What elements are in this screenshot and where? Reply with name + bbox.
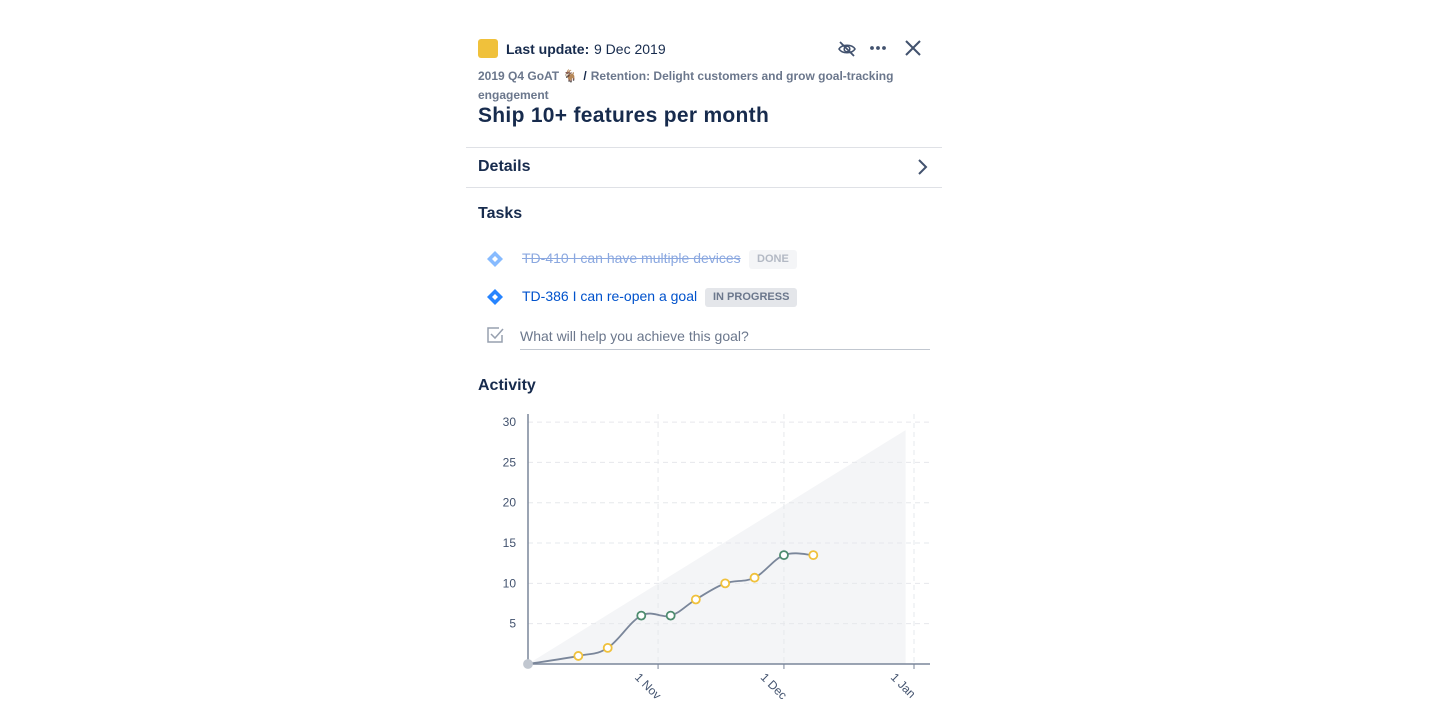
header: Last update: 9 Dec 2019 (478, 38, 930, 60)
status-badge: DONE (749, 250, 797, 269)
more-icon[interactable] (867, 38, 889, 60)
y-tick-label: 5 (509, 617, 516, 631)
data-point (636, 610, 647, 621)
new-task-row (486, 323, 930, 351)
data-point (690, 594, 701, 605)
data-point (602, 642, 613, 653)
activity-chart: 5 10 15 20 25 30 1 Nov 1 Dec 1 Jan (503, 414, 930, 702)
data-point (523, 659, 533, 669)
eye-slash-icon[interactable] (836, 38, 858, 60)
tasks-heading: Tasks (478, 205, 523, 222)
breadcrumb: 2019 Q4 GoAT 🐐 / Retention: Delight custom… (478, 67, 918, 105)
activity-heading: Activity (478, 377, 536, 394)
target-area (528, 430, 906, 664)
last-update-label: Last update: (506, 41, 590, 57)
page-title: Ship 10+ features per month (478, 104, 770, 127)
data-point (749, 572, 760, 583)
status-indicator (478, 39, 498, 58)
new-task-input[interactable] (520, 323, 930, 350)
story-diamond-icon (487, 251, 503, 267)
y-tick-label: 30 (503, 415, 517, 429)
breadcrumb-project-link[interactable]: 2019 Q4 GoAT 🐐 (478, 69, 577, 83)
checkbox-icon (487, 327, 504, 343)
story-diamond-icon (487, 289, 503, 305)
task-row: TD-386 I can re-open a goal IN PROGRESS (486, 285, 926, 307)
breadcrumb-separator: / (583, 69, 587, 83)
data-point (808, 550, 819, 561)
x-tick-label: 1 Dec (758, 670, 790, 702)
details-label: Details (478, 158, 531, 175)
data-point (573, 651, 584, 661)
x-tick-label: 1 Jan (888, 670, 919, 701)
y-tick-label: 10 (503, 576, 517, 590)
data-point (720, 578, 731, 589)
data-point (779, 550, 789, 561)
task-link[interactable]: TD-386 I can re-open a goal (522, 288, 697, 304)
goal-panel: Last update: 9 Dec 2019 2019 Q4 GoAT 🐐 / (466, 0, 942, 716)
close-icon[interactable] (902, 38, 924, 60)
y-tick-label: 15 (503, 536, 517, 550)
status-badge: IN PROGRESS (705, 288, 798, 307)
last-update-date: 9 Dec 2019 (594, 41, 666, 57)
task-link[interactable]: TD-410 I can have multiple devices (522, 250, 741, 266)
x-tick-label: 1 Nov (632, 670, 664, 702)
chevron-right-icon (918, 159, 928, 175)
y-tick-label: 25 (503, 455, 517, 469)
task-row: TD-410 I can have multiple devices DONE (486, 247, 926, 269)
data-point (665, 610, 676, 621)
details-expander[interactable]: Details (466, 147, 942, 188)
y-tick-label: 20 (503, 496, 517, 510)
